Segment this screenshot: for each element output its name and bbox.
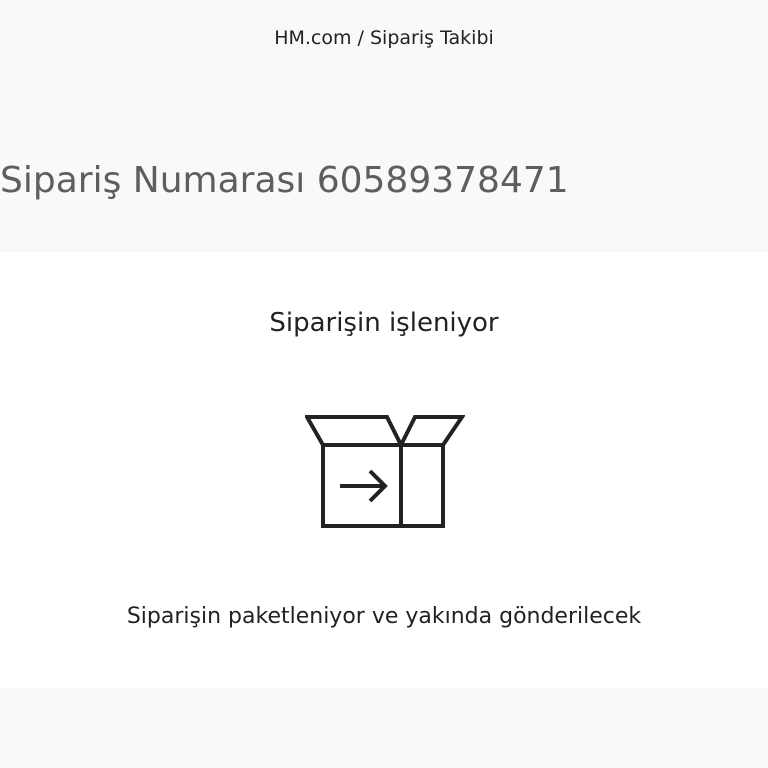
order-status-card: Siparişin işleniyor Siparişin paketleniy… [0, 252, 768, 688]
breadcrumb-current: Sipariş Takibi [370, 27, 494, 49]
order-status-title: Siparişin işleniyor [269, 308, 499, 338]
order-number-title: Sipariş Numarası 60589378471 [0, 160, 569, 201]
box-arrow-icon [305, 415, 465, 528]
breadcrumb: HM.com / Sipariş Takibi [0, 27, 768, 49]
breadcrumb-separator: / [351, 27, 370, 49]
header-area: HM.com / Sipariş Takibi Sipariş Numarası… [0, 0, 768, 252]
order-status-description: Siparişin paketleniyor ve yakında gönder… [126, 604, 642, 629]
breadcrumb-home-link[interactable]: HM.com [274, 27, 351, 49]
order-tracking-page: HM.com / Sipariş Takibi Sipariş Numarası… [0, 0, 768, 768]
footer-area [0, 688, 768, 768]
